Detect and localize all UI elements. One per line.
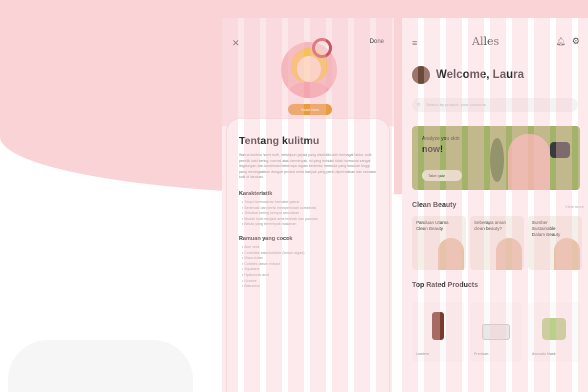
product-image: [432, 312, 444, 340]
product-name: Lumiere: [416, 352, 429, 356]
product-list: Lumiere Premium Avocado Mask: [412, 302, 580, 362]
app-logo: Alles: [472, 35, 500, 48]
top-rated-title: Top Rated Products: [412, 282, 478, 289]
magnifier-icon: [312, 38, 332, 58]
view-more-link[interactable]: View more: [565, 204, 584, 209]
about-text: Warna kulitmu 'semi kulit', meskipun gej…: [239, 153, 376, 180]
app-header: ≡ Alles 🔔︎ ⚙: [402, 18, 588, 58]
bell-icon[interactable]: 🔔︎: [556, 37, 566, 46]
product-name: Premium: [474, 352, 489, 356]
beauty-card-image: [554, 238, 580, 270]
background-card: [8, 340, 193, 392]
gear-icon[interactable]: ⚙: [572, 36, 580, 47]
leaf-illustration: [490, 138, 504, 182]
product-name: Avocado Mask: [532, 352, 556, 356]
avatar-shirt: [289, 82, 329, 98]
home-screen: ≡ Alles 🔔︎ ⚙ Welcome, Laura ⌕ Search by …: [402, 18, 588, 392]
promo-text: Analyze you skin: [422, 136, 460, 142]
beauty-card-list: Panduan Utama Clean Beauty Seberapa aman…: [412, 216, 582, 270]
avatar-face: [297, 56, 321, 82]
woman-illustration: [508, 134, 550, 190]
about-title: Tentang kulitmu: [239, 135, 320, 147]
profile-header: ✕ Done Scan Now: [222, 18, 394, 126]
avatar[interactable]: [412, 66, 430, 84]
product-image: [482, 324, 510, 340]
product-card[interactable]: Lumiere: [412, 302, 464, 362]
beauty-card[interactable]: Sumber Sustainable Dalam Beauty: [528, 216, 582, 270]
search-icon: ⌕: [417, 102, 421, 108]
skin-profile-screen: ✕ Done Scan Now Tentang kulitmu Warna ku…: [222, 18, 394, 392]
close-icon[interactable]: ✕: [232, 38, 240, 49]
scan-button[interactable]: Scan Now: [288, 104, 332, 115]
promo-banner[interactable]: Analyze you skin now! Take quiz: [412, 126, 580, 190]
done-button[interactable]: Done: [370, 39, 384, 45]
search-input[interactable]: ⌕ Search by product, your concerns: [412, 98, 578, 112]
welcome-row: Welcome, Laura: [412, 66, 524, 84]
beauty-card-label: Panduan Utama Clean Beauty: [416, 220, 449, 231]
ingredient-item: Bakuchiol: [239, 284, 377, 290]
beauty-card-image: [438, 238, 464, 270]
welcome-text: Welcome, Laura: [436, 69, 524, 81]
take-quiz-button[interactable]: Take quiz: [422, 170, 462, 181]
skin-info-sheet: Tentang kulitmu Warna kulitmu 'semi kuli…: [226, 118, 390, 392]
promo-headline: now!: [422, 144, 443, 154]
product-card[interactable]: Premium: [470, 302, 522, 362]
search-placeholder: Search by product, your concerns: [426, 102, 486, 107]
beauty-card-image: [496, 238, 522, 270]
beauty-card-label: Seberapa aman clean beauty?: [474, 220, 507, 231]
product-image: [542, 318, 566, 340]
beauty-card[interactable]: Seberapa aman clean beauty?: [470, 216, 524, 270]
hamburger-icon[interactable]: ≡: [412, 38, 417, 48]
beauty-card[interactable]: Panduan Utama Clean Beauty: [412, 216, 466, 270]
characteristics-title: Karakteristik: [239, 190, 273, 197]
palette-illustration: [550, 142, 570, 158]
clean-beauty-title: Clean Beauty: [412, 202, 457, 209]
beauty-card-label: Sumber Sustainable Dalam Beauty: [532, 220, 561, 237]
product-card[interactable]: Avocado Mask: [528, 302, 580, 362]
ingredients-title: Ramuan yang cocok: [239, 235, 293, 242]
